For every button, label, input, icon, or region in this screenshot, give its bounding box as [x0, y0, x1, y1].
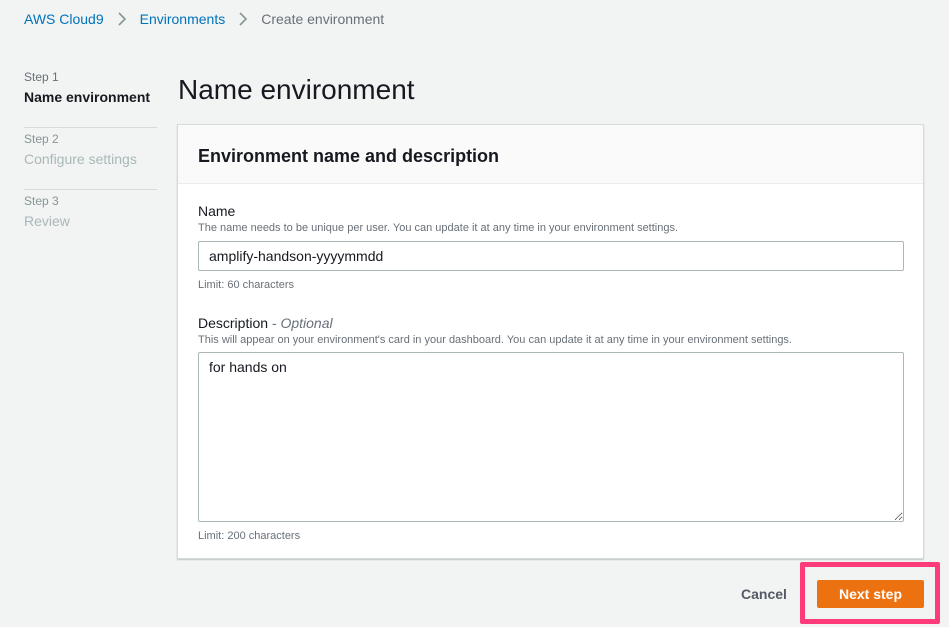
breadcrumb-environments[interactable]: Environments — [140, 11, 226, 27]
name-constraint: Limit: 60 characters — [198, 279, 294, 291]
environment-form-container: Environment name and description Name Th… — [177, 124, 924, 559]
breadcrumb-create-environment: Create environment — [261, 11, 385, 27]
chevron-right-icon — [225, 10, 261, 28]
description-constraint: Limit: 200 characters — [198, 530, 301, 542]
breadcrumb: AWS Cloud9 Environments Create environme… — [24, 10, 384, 28]
cancel-button[interactable]: Cancel — [726, 580, 802, 608]
step-title: Review — [24, 213, 70, 229]
name-field: Name The name needs to be unique per use… — [198, 202, 904, 292]
step-number: Step 2 — [24, 132, 59, 146]
wizard-step-3: Step 3 Review — [24, 190, 157, 252]
page-title: Name environment — [178, 74, 415, 105]
container-title: Environment name and description — [198, 146, 500, 166]
step-title: Name environment — [24, 89, 151, 105]
step-number: Step 1 — [24, 70, 59, 84]
description-textarea[interactable]: for hands on — [198, 352, 904, 522]
name-input[interactable] — [198, 241, 904, 271]
breadcrumb-aws-cloud9[interactable]: AWS Cloud9 — [24, 11, 104, 27]
create-environment-page: AWS Cloud9 Environments Create environme… — [0, 0, 949, 627]
description-hint: This will appear on your environment's c… — [198, 334, 792, 346]
wizard-step-2: Step 2 Configure settings — [24, 128, 157, 190]
step-number: Step 3 — [24, 194, 59, 208]
container-body: Name The name needs to be unique per use… — [178, 184, 923, 543]
optional-tag: - Optional — [271, 315, 333, 331]
name-label: Name — [198, 203, 236, 219]
chevron-right-icon — [104, 10, 140, 28]
description-label-text: Description — [198, 315, 269, 331]
step-title: Configure settings — [24, 151, 137, 167]
next-step-button[interactable]: Next step — [817, 580, 924, 608]
container-header: Environment name and description — [178, 125, 923, 184]
wizard-step-1: Step 1 Name environment — [24, 66, 157, 128]
description-field: Description - Optional This will appear … — [198, 314, 904, 543]
description-label: Description - Optional — [198, 314, 903, 332]
name-hint: The name needs to be unique per user. Yo… — [198, 222, 679, 234]
wizard-steps: Step 1 Name environment Step 2 Configure… — [24, 66, 157, 252]
